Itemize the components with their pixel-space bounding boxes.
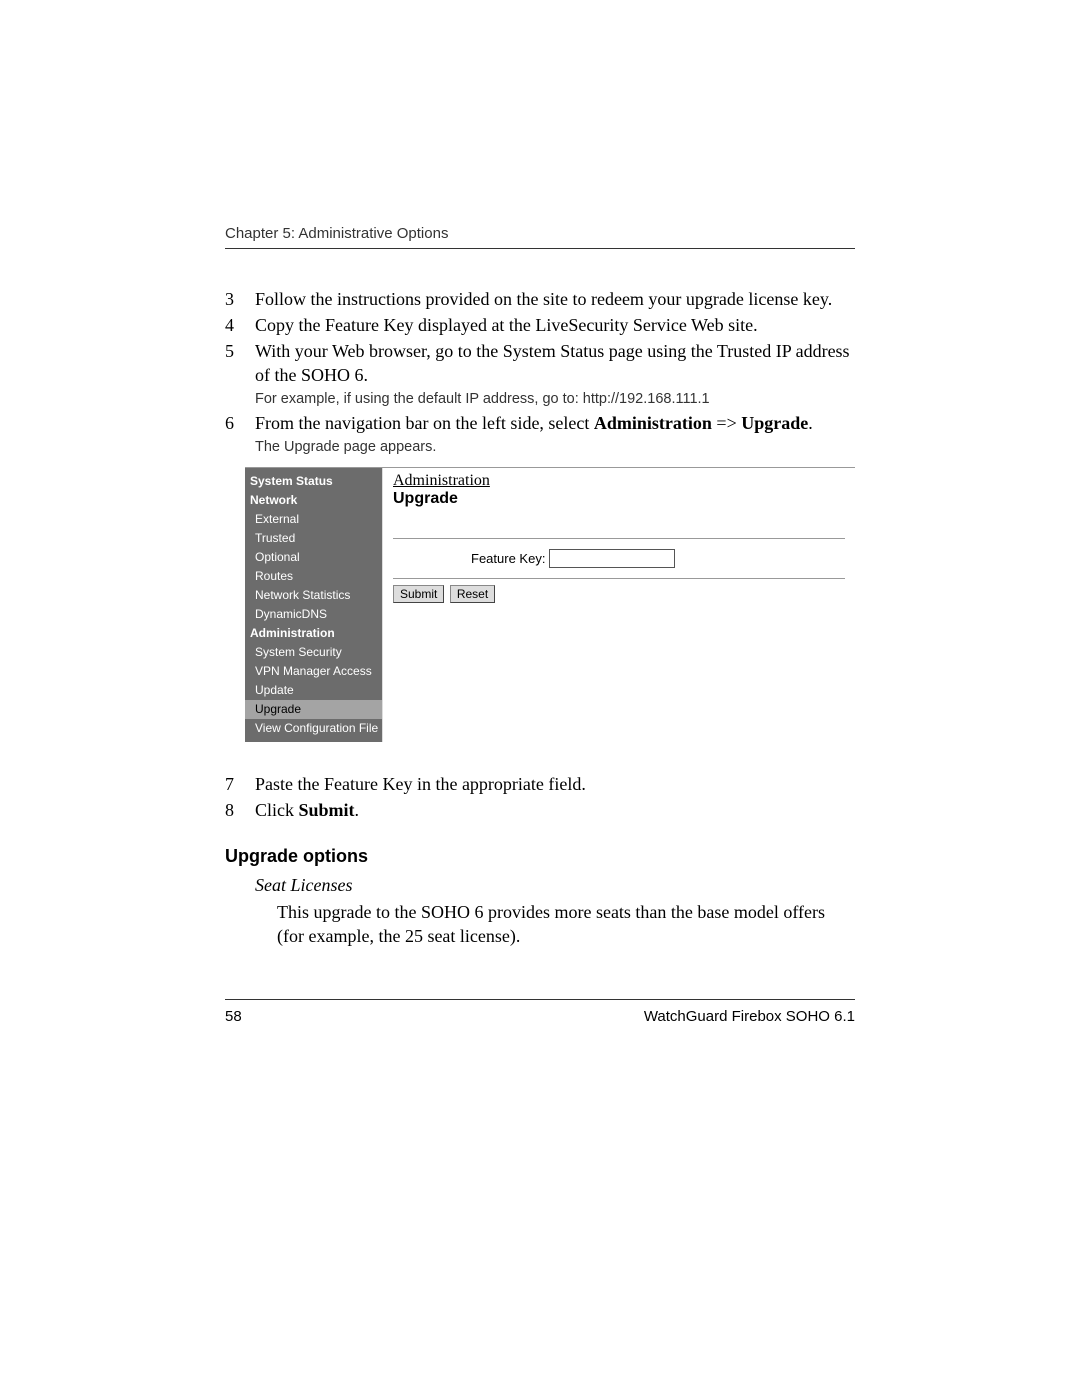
breadcrumb[interactable]: Administration [393, 472, 845, 490]
submit-button[interactable]: Submit [393, 585, 444, 603]
step-text: From the navigation bar on the left side… [255, 411, 855, 457]
header-rule [225, 248, 855, 249]
step-6: 6 From the navigation bar on the left si… [225, 411, 855, 457]
step-number: 4 [225, 313, 255, 337]
divider [393, 578, 845, 579]
page-footer: 58 WatchGuard Firebox SOHO 6.1 [225, 999, 855, 1025]
reset-button[interactable]: Reset [450, 585, 495, 603]
step-text: Click Submit. [255, 798, 855, 822]
chapter-header: Chapter 5: Administrative Options [225, 225, 855, 242]
step-3: 3 Follow the instructions provided on th… [225, 287, 855, 311]
feature-key-label: Feature Key: [471, 551, 545, 566]
step-subtext: The Upgrade page appears. [255, 437, 855, 457]
step-text: With your Web browser, go to the System … [255, 339, 855, 409]
subsection-body: This upgrade to the SOHO 6 provides more… [277, 900, 855, 948]
step-main: With your Web browser, go to the System … [255, 341, 850, 385]
nav-routes[interactable]: Routes [245, 567, 382, 586]
step-bold: Submit [299, 800, 355, 820]
step-text: Paste the Feature Key in the appropriate… [255, 772, 855, 796]
nav-optional[interactable]: Optional [245, 548, 382, 567]
divider [393, 538, 845, 539]
nav-sidebar: System Status Network External Trusted O… [245, 468, 382, 742]
nav-upgrade[interactable]: Upgrade [245, 700, 382, 719]
nav-system-security[interactable]: System Security [245, 643, 382, 662]
nav-vpn-manager-access[interactable]: VPN Manager Access [245, 662, 382, 681]
nav-trusted[interactable]: Trusted [245, 529, 382, 548]
step-pre: From the navigation bar on the left side… [255, 413, 594, 433]
feature-key-row: Feature Key: [393, 545, 845, 572]
step-number: 3 [225, 287, 255, 311]
doc-title: WatchGuard Firebox SOHO 6.1 [644, 1008, 855, 1025]
step-8: 8 Click Submit. [225, 798, 855, 822]
feature-key-input[interactable] [549, 549, 675, 568]
step-text: Copy the Feature Key displayed at the Li… [255, 313, 855, 337]
nav-network[interactable]: Network [245, 491, 382, 510]
step-post: . [808, 413, 813, 433]
section-heading: Upgrade options [225, 846, 855, 867]
step-7: 7 Paste the Feature Key in the appropria… [225, 772, 855, 796]
step-arrow: => [712, 413, 741, 433]
step-number: 7 [225, 772, 255, 796]
nav-system-status[interactable]: System Status [245, 472, 382, 491]
nav-view-configuration-file[interactable]: View Configuration File [245, 719, 382, 738]
upgrade-screenshot: System Status Network External Trusted O… [245, 467, 855, 742]
step-5: 5 With your Web browser, go to the Syste… [225, 339, 855, 409]
nav-external[interactable]: External [245, 510, 382, 529]
step-number: 8 [225, 798, 255, 822]
admin-panel: Administration Upgrade Feature Key: Subm… [382, 468, 855, 742]
page-title: Upgrade [393, 490, 845, 508]
nav-dynamicdns[interactable]: DynamicDNS [245, 605, 382, 624]
page-number: 58 [225, 1008, 242, 1025]
step-4: 4 Copy the Feature Key displayed at the … [225, 313, 855, 337]
footer-rule [225, 999, 855, 1000]
step-number: 5 [225, 339, 255, 409]
nav-update[interactable]: Update [245, 681, 382, 700]
step-post: . [355, 800, 360, 820]
step-pre: Click [255, 800, 299, 820]
button-row: Submit Reset [393, 585, 845, 603]
step-number: 6 [225, 411, 255, 457]
nav-network-statistics[interactable]: Network Statistics [245, 586, 382, 605]
step-bold-1: Administration [594, 413, 712, 433]
nav-administration[interactable]: Administration [245, 624, 382, 643]
step-list-2: 7 Paste the Feature Key in the appropria… [225, 772, 855, 822]
step-list: 3 Follow the instructions provided on th… [225, 287, 855, 457]
step-bold-2: Upgrade [741, 413, 808, 433]
step-text: Follow the instructions provided on the … [255, 287, 855, 311]
step-subtext: For example, if using the default IP add… [255, 389, 855, 409]
subsection-title: Seat Licenses [255, 875, 855, 896]
